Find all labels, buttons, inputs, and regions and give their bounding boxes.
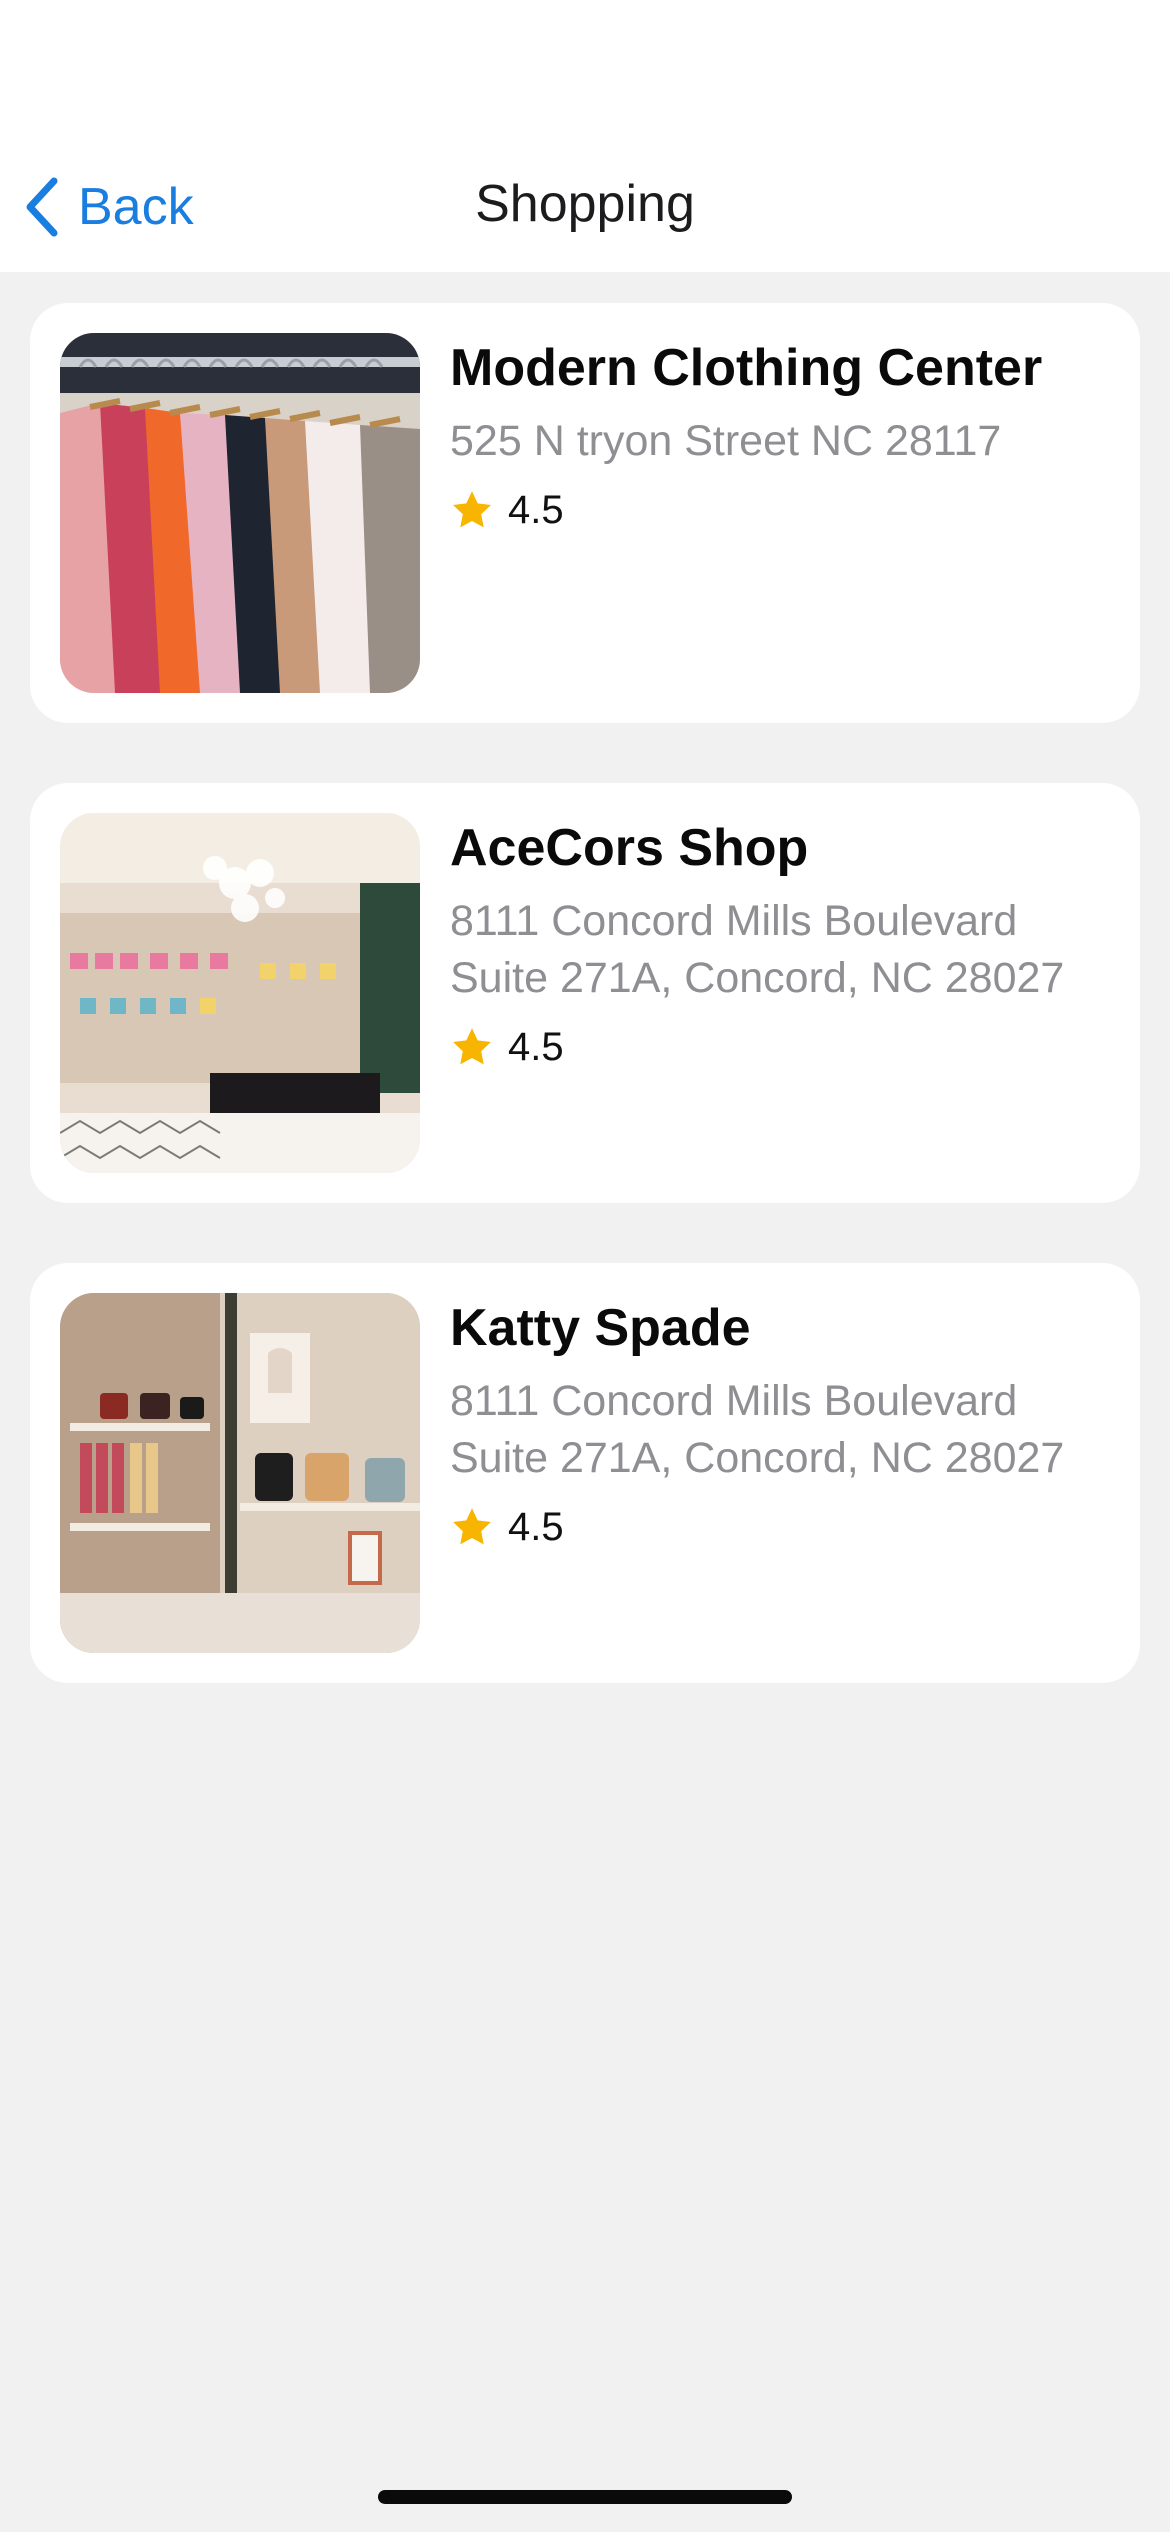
navigation-bar: Back Shopping — [0, 0, 1170, 272]
store-info: AceCors Shop 8111 Concord Mills Boulevar… — [450, 813, 1110, 1077]
store-image — [60, 813, 420, 1173]
store-rating: 4.5 — [450, 480, 1110, 540]
store-rating: 4.5 — [450, 1017, 1110, 1077]
star-icon — [453, 1028, 491, 1065]
store-name: Modern Clothing Center — [450, 339, 1043, 397]
rating-value: 4.5 — [508, 487, 564, 532]
star-icon — [453, 491, 491, 528]
store-card[interactable]: AceCors Shop 8111 Concord Mills Boulevar… — [30, 783, 1140, 1203]
store-address: 525 N tryon Street NC 28117 — [450, 417, 1002, 465]
page-title: Shopping — [475, 175, 695, 233]
store-info: Katty Spade 8111 Concord Mills Boulevard… — [450, 1293, 1110, 1557]
rating-value: 4.5 — [508, 1024, 564, 1069]
store-card[interactable]: Modern Clothing Center 525 N tryon Stree… — [30, 303, 1140, 723]
store-info: Modern Clothing Center 525 N tryon Stree… — [450, 333, 1110, 540]
clothing-rack-photo — [60, 333, 420, 693]
store-address: 8111 Concord Mills Boulevard Suite 271A,… — [450, 1377, 1065, 1482]
handbag-store-photo — [60, 1293, 420, 1653]
star-icon — [453, 1508, 491, 1545]
store-image — [60, 333, 420, 693]
store-name: Katty Spade — [450, 1299, 751, 1357]
store-image — [60, 1293, 420, 1653]
rating-value: 4.5 — [508, 1504, 564, 1549]
store-list: Modern Clothing Center 525 N tryon Stree… — [30, 303, 1140, 1743]
store-rating: 4.5 — [450, 1497, 1110, 1557]
home-indicator[interactable] — [378, 2490, 792, 2504]
store-card[interactable]: Katty Spade 8111 Concord Mills Boulevard… — [30, 1263, 1140, 1683]
boutique-interior-photo — [60, 813, 420, 1173]
store-address: 8111 Concord Mills Boulevard Suite 271A,… — [450, 897, 1065, 1002]
store-name: AceCors Shop — [450, 819, 809, 877]
